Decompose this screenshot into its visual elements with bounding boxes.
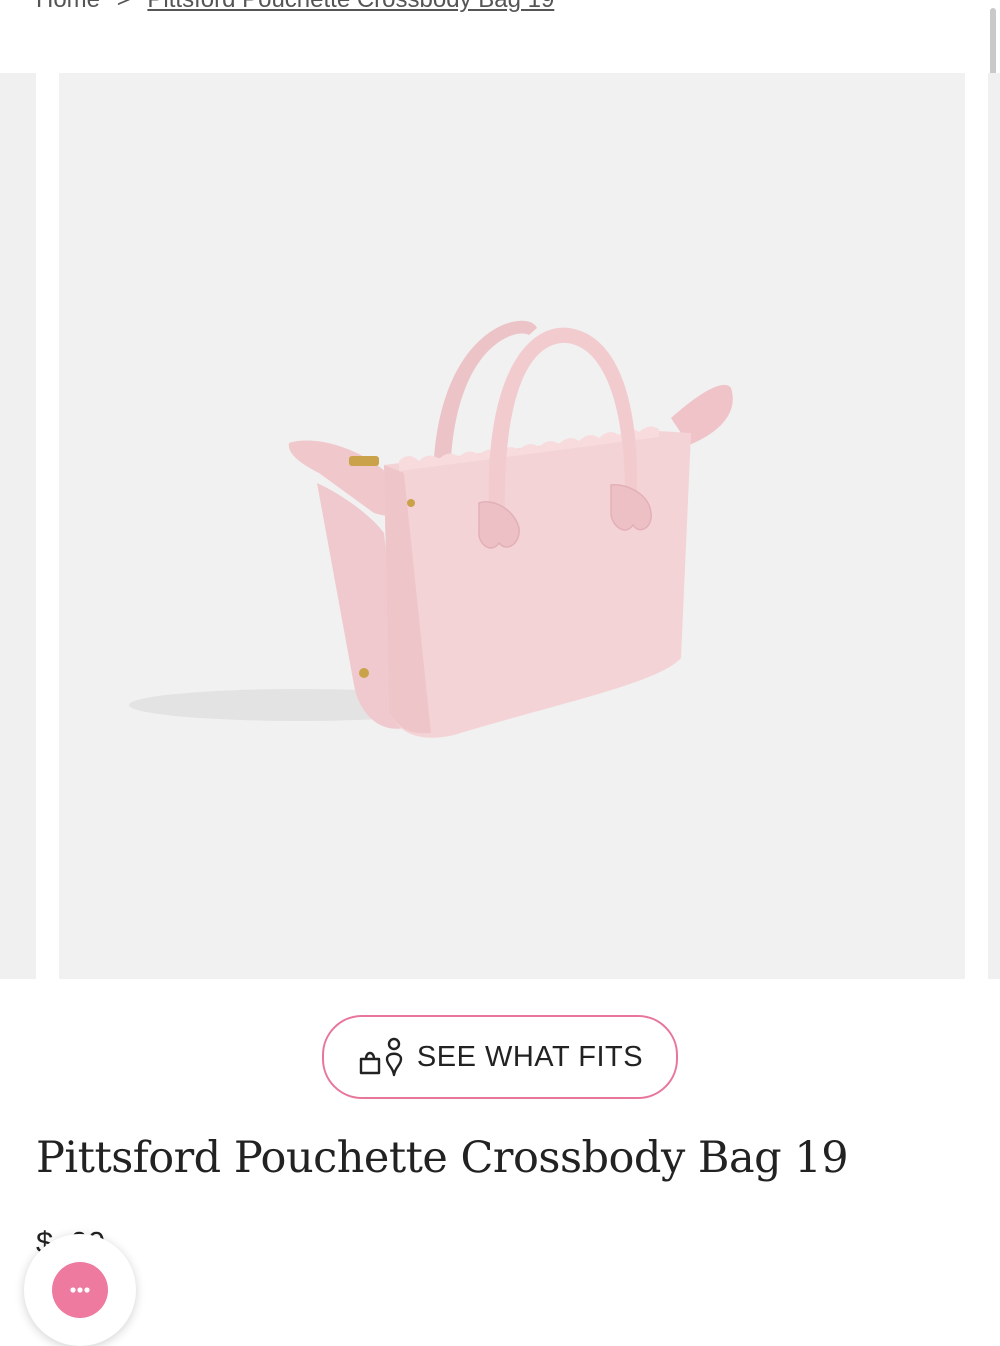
chat-button[interactable] bbox=[24, 1234, 136, 1346]
chat-bubble-icon bbox=[52, 1262, 108, 1318]
product-image bbox=[129, 320, 733, 738]
breadcrumb-home-link[interactable]: Home bbox=[36, 0, 100, 13]
product-gallery[interactable] bbox=[0, 73, 1000, 979]
breadcrumb-current-link[interactable]: Pittsford Pouchette Crossbody Bag 19 bbox=[147, 0, 554, 13]
see-what-fits-label: SEE WHAT FITS bbox=[416, 1040, 644, 1073]
see-what-fits-button[interactable]: SEE WHAT FITS bbox=[322, 1015, 678, 1099]
breadcrumb-separator: > bbox=[117, 0, 131, 13]
product-title: Pittsford Pouchette Crossbody Bag 19 bbox=[36, 1133, 849, 1183]
gallery-next-slide[interactable] bbox=[988, 73, 1000, 979]
bag-person-icon bbox=[359, 1037, 403, 1077]
gallery-previous-slide[interactable] bbox=[0, 73, 36, 979]
breadcrumb: Home > Pittsford Pouchette Crossbody Bag… bbox=[36, 0, 554, 14]
gallery-main-slide[interactable] bbox=[59, 73, 965, 979]
